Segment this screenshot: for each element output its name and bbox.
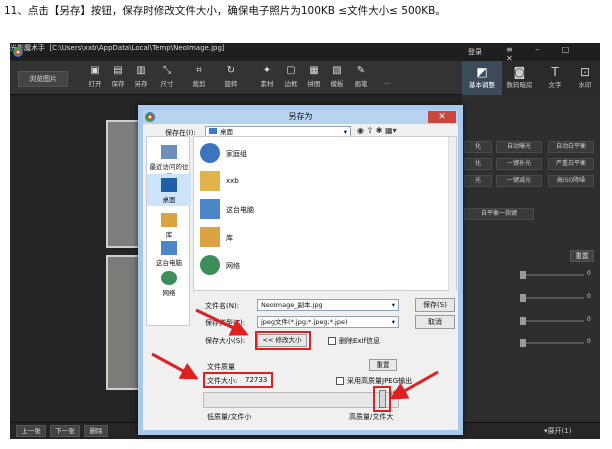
arrow-to-filesize [151, 352, 199, 380]
arrow-to-quality-slider [389, 370, 439, 400]
arrow-to-modify-size [195, 308, 249, 336]
annotation-arrows [151, 308, 439, 400]
